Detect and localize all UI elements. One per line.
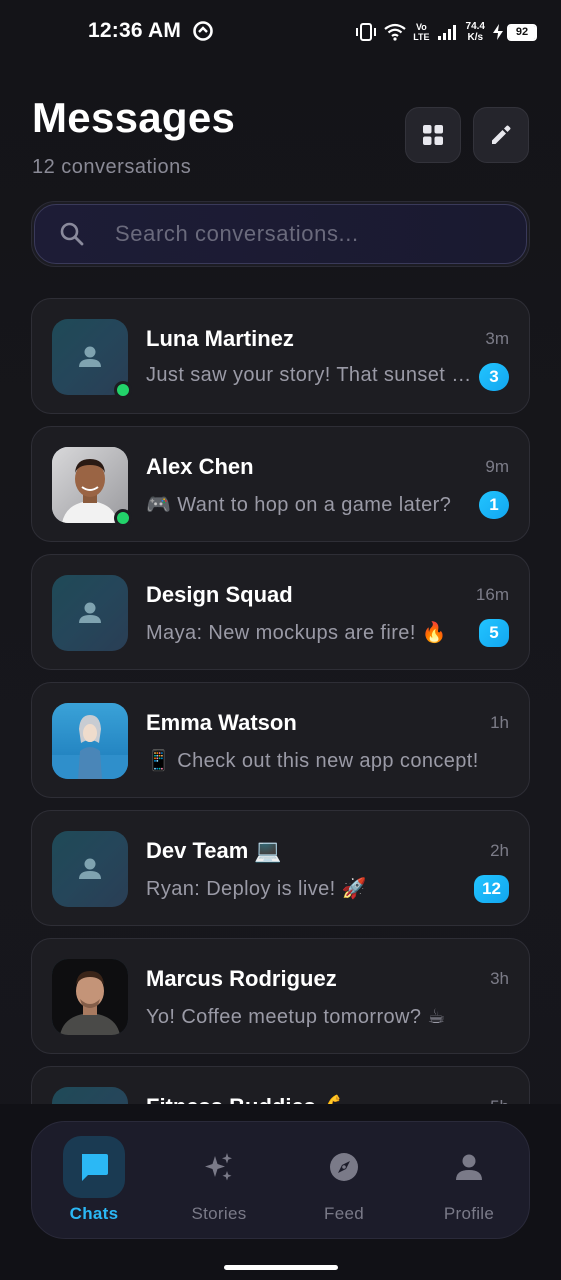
nav-icon-box [438, 1136, 500, 1198]
online-indicator [114, 509, 132, 527]
nav-icon-box [188, 1136, 250, 1198]
person-icon [456, 1154, 482, 1180]
nav-profile[interactable]: Profile [414, 1122, 524, 1240]
compose-button[interactable] [473, 107, 529, 163]
unread-badge: 5 [479, 619, 509, 647]
grid-icon [423, 125, 443, 145]
nav-icon-box [63, 1136, 125, 1198]
person-icon [79, 602, 101, 623]
search-icon [60, 222, 84, 246]
message-preview: 📱 Check out this new app concept! [146, 750, 479, 772]
grid-view-button[interactable] [405, 107, 461, 163]
avatar [52, 319, 132, 399]
nav-icon-box [313, 1136, 375, 1198]
battery-level: 92 [507, 23, 537, 41]
nav-label: Feed [324, 1204, 364, 1223]
avatar-photo [52, 959, 128, 1035]
conversation-item[interactable]: Marcus Rodriguez 3h Yo! Coffee meetup to… [31, 938, 530, 1054]
nav-label: Chats [69, 1204, 119, 1223]
contact-name: Luna Martinez [146, 326, 294, 351]
pencil-icon [492, 125, 511, 144]
contact-name: Fitness Buddies 💪 [146, 1094, 349, 1104]
unread-badge: 12 [474, 875, 509, 903]
net-speed-value: 74.4 [465, 21, 485, 32]
battery-percent: 92 [509, 25, 535, 39]
compass-icon [330, 1153, 358, 1181]
search-input[interactable] [115, 221, 526, 247]
conversation-list: Luna Martinez 3m Just saw your story! Th… [31, 298, 530, 1104]
message-preview: Maya: New mockups are fire! 🔥 [146, 622, 448, 644]
chat-icon [82, 1154, 108, 1181]
person-icon [79, 858, 101, 879]
nav-chats[interactable]: Chats [39, 1122, 149, 1240]
avatar [52, 447, 132, 527]
contact-name: Dev Team 💻 [146, 838, 282, 863]
message-preview: Yo! Coffee meetup tomorrow? ☕ [146, 1006, 446, 1028]
volte-indicator: Vo LTE [413, 22, 429, 42]
messages-screen: 12:36 AM Vo LTE 74.4 K/s 92 Messages 12 … [0, 0, 561, 1280]
home-indicator[interactable] [224, 1265, 338, 1270]
message-time: 3h [490, 969, 509, 988]
avatar [52, 1087, 128, 1104]
avatar [52, 575, 128, 651]
contact-name: Marcus Rodriguez [146, 966, 337, 991]
message-time: 3m [485, 329, 509, 348]
notification-icon [193, 21, 213, 41]
contact-name: Design Squad [146, 582, 293, 607]
page-title: Messages [32, 94, 236, 141]
message-time: 9m [485, 457, 509, 476]
message-time: 1h [490, 713, 509, 732]
message-preview: Ryan: Deploy is live! 🚀 [146, 878, 367, 900]
sparkle-icon [205, 1153, 232, 1181]
contact-name: Emma Watson [146, 710, 297, 735]
volte-top: Vo [415, 22, 427, 32]
vibrate-icon [356, 23, 377, 41]
charging-icon [493, 24, 503, 40]
conversation-item[interactable]: Design Squad 16m Maya: New mockups are f… [31, 554, 530, 670]
online-indicator [114, 381, 132, 399]
nav-feed[interactable]: Feed [289, 1122, 399, 1240]
battery: 92 [492, 23, 537, 41]
nav-label: Profile [443, 1204, 495, 1223]
conversation-item[interactable]: Emma Watson 1h 📱 Check out this new app … [31, 682, 530, 798]
net-speed-unit: K/s [467, 32, 484, 43]
conversation-item[interactable]: Dev Team 💻 2h Ryan: Deploy is live! 🚀 12 [31, 810, 530, 926]
avatar-photo [52, 703, 128, 779]
person-icon [79, 346, 101, 367]
avatar [52, 831, 128, 907]
bottom-navigation: Chats Stories Feed Profile [31, 1121, 530, 1239]
message-time: 16m [475, 585, 509, 604]
unread-badge: 3 [479, 363, 509, 391]
message-preview: 🎮 Want to hop on a game later? [146, 494, 452, 516]
signal-icon [437, 25, 456, 40]
unread-badge: 1 [479, 491, 509, 519]
message-preview: Just saw your story! That sunset was ama… [146, 364, 476, 386]
wifi-icon [384, 23, 406, 41]
message-time: 2h [490, 841, 509, 860]
net-speed: 74.4 K/s [466, 21, 485, 43]
status-icons: Vo LTE 74.4 K/s 92 [355, 16, 537, 48]
search-bar[interactable] [34, 204, 527, 264]
message-time: 5h [490, 1097, 509, 1104]
conversation-item[interactable]: Alex Chen 9m 🎮 Want to hop on a game lat… [31, 426, 530, 542]
status-time: 12:36 AM [88, 19, 182, 42]
nav-stories[interactable]: Stories [164, 1122, 274, 1240]
volte-bottom: LTE [413, 32, 430, 42]
conversation-item[interactable]: Fitness Buddies 💪 5h [31, 1066, 530, 1104]
conversation-item[interactable]: Luna Martinez 3m Just saw your story! Th… [31, 298, 530, 414]
avatar [52, 959, 128, 1035]
nav-label: Stories [191, 1204, 247, 1223]
conversation-count: 12 conversations [32, 156, 192, 178]
search-container [31, 201, 530, 267]
contact-name: Alex Chen [146, 454, 254, 479]
status-bar: 12:36 AM Vo LTE 74.4 K/s 92 [0, 0, 561, 64]
avatar [52, 703, 128, 779]
